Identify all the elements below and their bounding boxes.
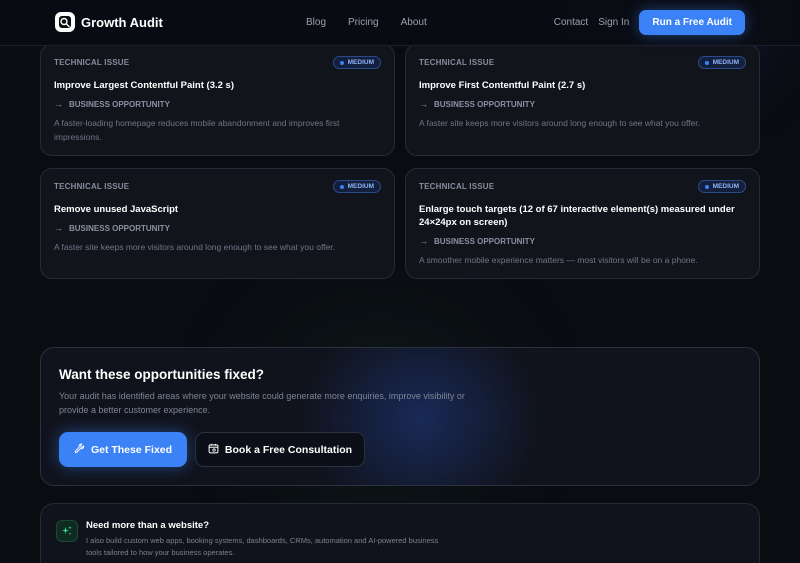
severity-label: MEDIUM: [712, 183, 739, 190]
more-services-card: Need more than a website? I also build c…: [40, 503, 760, 563]
business-opportunity: → BUSINESS OPPORTUNITY: [419, 236, 535, 246]
issue-description: A faster site keeps more visitors around…: [54, 242, 335, 252]
arrow-right-icon: →: [54, 99, 63, 109]
calendar-icon: [208, 443, 219, 457]
nav-link-contact[interactable]: Contact: [554, 17, 588, 28]
opportunity-label: BUSINESS OPPORTUNITY: [69, 99, 170, 109]
primary-links: Blog Pricing About: [306, 17, 427, 28]
severity-badge: MEDIUM: [332, 56, 381, 69]
severity-dot-icon: [339, 184, 344, 189]
severity-dot-icon: [704, 184, 709, 189]
run-free-audit-button[interactable]: Run a Free Audit: [639, 10, 745, 35]
book-consultation-label: Book a Free Consultation: [224, 443, 353, 456]
nav-link-pricing[interactable]: Pricing: [348, 17, 379, 28]
issue-card: TECHNICAL ISSUE MEDIUM Enlarge touch tar…: [405, 168, 760, 279]
issue-kicker: TECHNICAL ISSUE: [54, 58, 130, 67]
nav-link-blog[interactable]: Blog: [306, 17, 326, 28]
issue-title: Enlarge touch targets (12 of 67 interact…: [419, 204, 735, 228]
top-nav: Growth Audit Blog Pricing About Contact …: [0, 0, 800, 46]
opportunity-label: BUSINESS OPPORTUNITY: [434, 99, 535, 109]
issue-kicker: TECHNICAL ISSUE: [419, 182, 495, 191]
severity-badge: MEDIUM: [697, 180, 746, 193]
sign-in-link[interactable]: Sign In: [598, 17, 629, 28]
issue-description: A faster-loading homepage reduces mobile…: [54, 118, 340, 142]
issue-card: TECHNICAL ISSUE MEDIUM Improve First Con…: [405, 44, 760, 156]
issue-description: A faster site keeps more visitors around…: [419, 118, 700, 128]
severity-label: MEDIUM: [347, 183, 374, 190]
brand-name: Growth Audit: [81, 14, 163, 30]
more-body: I also build custom web apps, booking sy…: [86, 536, 439, 557]
fix-opportunities-cta: Want these opportunities fixed? Your aud…: [40, 347, 760, 486]
sparkles-icon: [56, 520, 78, 542]
wrench-icon: [74, 443, 85, 457]
severity-dot-icon: [704, 60, 709, 65]
issue-title: Improve Largest Contentful Paint (3.2 s): [54, 80, 234, 91]
audit-logo-icon: [55, 12, 75, 32]
book-consultation-button[interactable]: Book a Free Consultation: [195, 432, 365, 467]
issue-kicker: TECHNICAL ISSUE: [419, 58, 495, 67]
cta-heading: Want these opportunities fixed?: [59, 367, 265, 382]
opportunity-label: BUSINESS OPPORTUNITY: [69, 223, 170, 233]
nav-link-about[interactable]: About: [401, 17, 427, 28]
arrow-right-icon: →: [419, 236, 428, 246]
get-these-fixed-button[interactable]: Get These Fixed: [59, 432, 187, 467]
issue-kicker: TECHNICAL ISSUE: [54, 182, 130, 191]
business-opportunity: → BUSINESS OPPORTUNITY: [419, 99, 535, 109]
arrow-right-icon: →: [54, 223, 63, 233]
cta-body: Your audit has identified areas where yo…: [59, 391, 465, 415]
issue-description: A smoother mobile experience matters — m…: [419, 255, 698, 265]
nav-actions: Contact Sign In Run a Free Audit: [554, 10, 745, 35]
business-opportunity: → BUSINESS OPPORTUNITY: [54, 223, 170, 233]
severity-dot-icon: [339, 60, 344, 65]
severity-badge: MEDIUM: [697, 56, 746, 69]
issue-title: Improve First Contentful Paint (2.7 s): [419, 80, 586, 91]
arrow-right-icon: →: [419, 99, 428, 109]
severity-label: MEDIUM: [347, 59, 374, 66]
severity-label: MEDIUM: [712, 59, 739, 66]
business-opportunity: → BUSINESS OPPORTUNITY: [54, 99, 170, 109]
get-these-fixed-label: Get These Fixed: [90, 443, 173, 456]
issue-card: TECHNICAL ISSUE MEDIUM Improve Largest C…: [40, 44, 395, 156]
issue-card: TECHNICAL ISSUE MEDIUM Remove unused Jav…: [40, 168, 395, 279]
issue-title: Remove unused JavaScript: [54, 204, 179, 215]
brand-logo[interactable]: Growth Audit: [55, 12, 163, 32]
more-heading: Need more than a website?: [86, 520, 210, 531]
severity-badge: MEDIUM: [332, 180, 381, 193]
opportunity-label: BUSINESS OPPORTUNITY: [434, 236, 535, 246]
